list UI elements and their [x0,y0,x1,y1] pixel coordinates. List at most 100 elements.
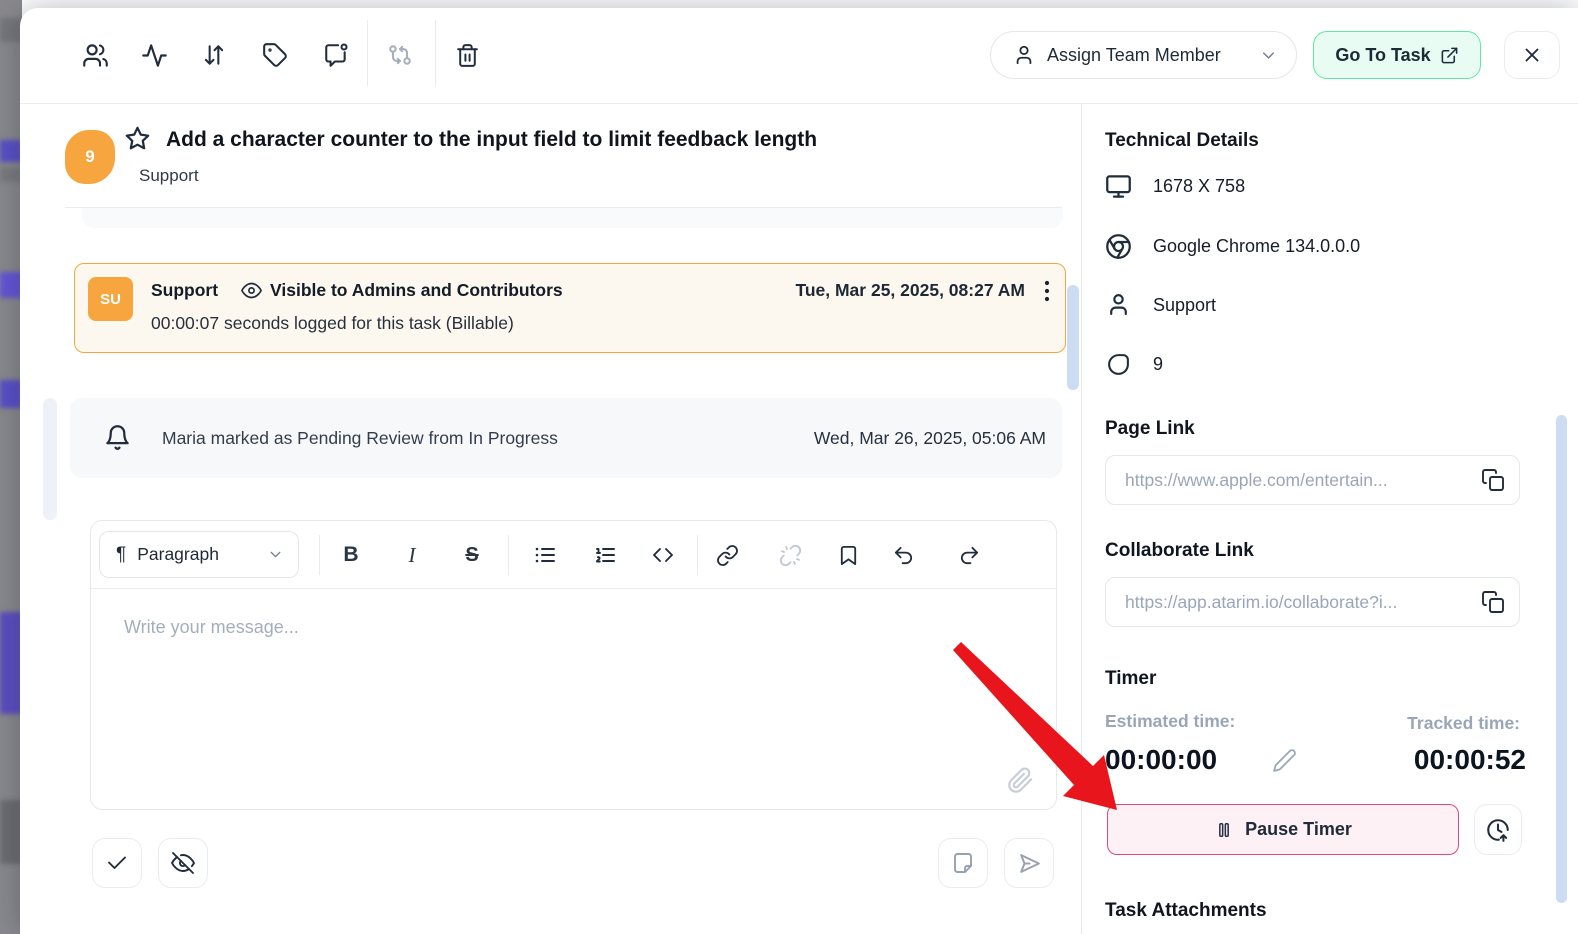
clock-up-icon [1485,817,1511,843]
comments-scrollbar[interactable] [1067,285,1079,390]
external-link-icon [1440,46,1459,65]
check-icon [105,851,129,875]
git-compare-icon [387,42,413,68]
close-icon [1521,44,1543,66]
squircle-icon [1106,352,1131,377]
bullet-list-icon [533,543,557,567]
block-type-dropdown[interactable]: ¶ Paragraph [99,531,299,578]
task-number-value: 9 [1153,354,1163,375]
sort-button[interactable] [192,33,236,77]
activity-text: Maria marked as Pending Review from In P… [162,428,558,449]
sidebar-scrollbar[interactable] [1556,415,1567,903]
header-divider [20,103,1578,104]
background-app [0,0,22,934]
code-icon [651,543,675,567]
favorite-star-button[interactable] [124,125,151,152]
strikethrough-button[interactable]: S [454,537,490,573]
go-to-task-button[interactable]: Go To Task [1313,31,1481,79]
tracked-time-label: Tracked time: [1407,713,1520,734]
edit-estimate-button[interactable] [1272,748,1297,773]
redo-button[interactable] [951,537,987,573]
message-placeholder: Write your message... [124,617,299,638]
delete-task-button[interactable] [445,33,489,77]
technical-details-title: Technical Details [1105,130,1259,152]
bell-icon [104,424,131,451]
person-icon [1013,44,1035,66]
page-link-url: https://www.apple.com/entertain... [1125,470,1481,491]
log-time-button[interactable] [1474,804,1522,855]
link-button[interactable] [709,537,745,573]
go-to-task-label: Go To Task [1335,45,1430,66]
time-log-comment-card: SU Support Visible to Admins and Contrib… [74,263,1066,353]
internal-note-toggle-button[interactable] [158,838,208,888]
estimated-time-label: Estimated time: [1105,711,1235,732]
monitor-icon [1105,173,1132,200]
activity-button[interactable] [132,33,176,77]
italic-icon: I [409,543,416,568]
compare-button[interactable] [378,33,422,77]
redo-icon [958,544,981,567]
task-title: Add a character counter to the input fie… [166,128,1046,152]
message-input[interactable]: Write your message... [91,589,1056,811]
comment-menu-button[interactable] [1035,278,1059,309]
bookmark-button[interactable] [830,537,866,573]
pause-icon [1214,820,1234,840]
message-editor: ¶ Paragraph B I S [90,520,1057,810]
editor-divider [319,535,320,575]
collaborate-link-label: Collaborate Link [1105,540,1254,562]
copy-collaborate-link-button[interactable] [1481,590,1505,614]
comment-body: 00:00:07 seconds logged for this task (B… [151,313,514,334]
assign-team-member-button[interactable]: Assign Team Member [990,31,1297,79]
editor-divider [508,535,509,575]
mark-complete-button[interactable] [92,838,142,888]
assignees-button[interactable] [73,33,117,77]
tag-icon [262,42,288,68]
eye-off-icon [171,851,195,875]
task-project-label: Support [139,166,199,186]
bold-icon: B [343,543,358,567]
chevron-down-icon [1259,46,1278,65]
assign-team-member-label: Assign Team Member [1047,45,1221,66]
avatar: SU [88,277,133,321]
pencil-icon [1272,748,1297,773]
activity-row: Maria marked as Pending Review from In P… [70,398,1062,478]
send-message-button[interactable] [1004,838,1054,888]
note-button[interactable] [938,838,988,888]
pane-scrollbar[interactable] [43,398,57,520]
pilcrow-icon: ¶ [116,544,126,566]
resolution-value: 1678 X 758 [1153,176,1245,197]
undo-icon [892,544,915,567]
toolbar-divider [435,20,436,86]
unlink-button[interactable] [772,537,808,573]
page-link-input[interactable]: https://www.apple.com/entertain... [1105,455,1520,505]
copy-page-link-button[interactable] [1481,468,1505,492]
tag-button[interactable] [253,33,297,77]
person-icon [1106,292,1131,317]
code-button[interactable] [645,537,681,573]
close-modal-button[interactable] [1504,31,1560,79]
strikethrough-icon: S [465,544,478,567]
collaborate-link-input[interactable]: https://app.atarim.io/collaborate?i... [1105,577,1520,627]
send-icon [1017,851,1042,876]
partial-comment-card [82,208,1063,228]
attach-file-button[interactable] [1007,767,1034,794]
eye-icon [241,280,262,301]
comment-visibility-label: Visible to Admins and Contributors [270,280,563,301]
browser-value: Google Chrome 134.0.0.0 [1153,236,1360,257]
comment-author: Support [151,280,218,301]
reporter-value: Support [1153,295,1216,316]
pause-timer-button[interactable]: Pause Timer [1107,804,1459,855]
sidebar-divider [1081,104,1082,934]
page-link-label: Page Link [1105,418,1195,440]
estimated-time-value: 00:00:00 [1105,744,1217,776]
task-detail-modal: Assign Team Member Go To Task 9 Add a ch… [20,8,1578,934]
bullet-list-button[interactable] [527,537,563,573]
task-attachments-title: Task Attachments [1105,900,1267,922]
copy-icon [1481,468,1505,492]
bold-button[interactable]: B [333,537,369,573]
ordered-list-button[interactable] [587,537,623,573]
undo-button[interactable] [885,537,921,573]
comments-button[interactable] [314,33,358,77]
italic-button[interactable]: I [394,537,430,573]
users-icon [82,42,109,69]
